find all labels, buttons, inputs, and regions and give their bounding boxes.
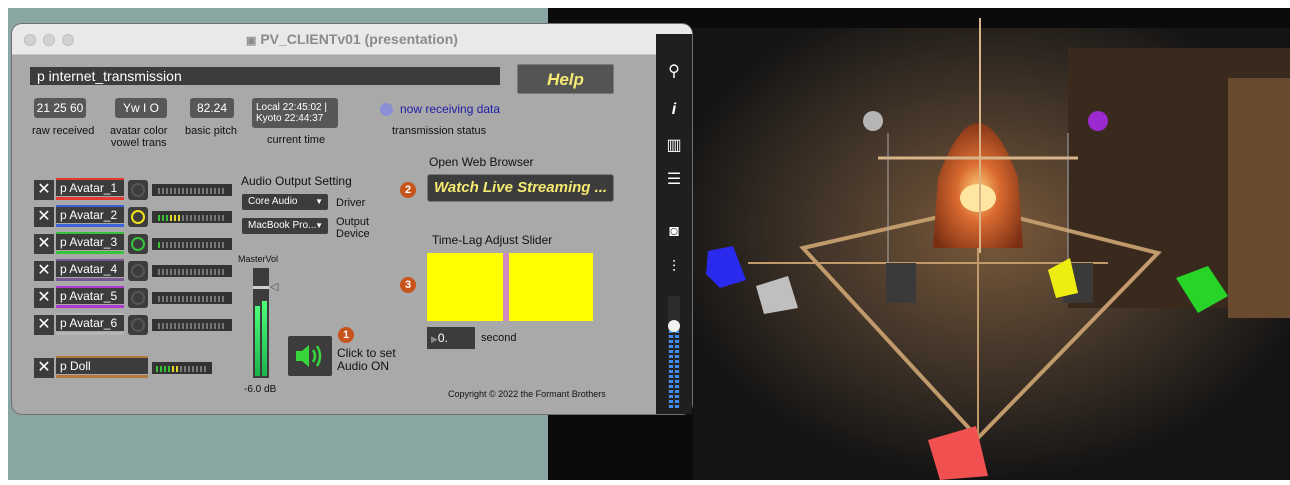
basic-pitch-label: basic pitch — [185, 125, 237, 137]
activity-indicator — [128, 315, 148, 335]
step-2-badge: 2 — [400, 182, 416, 198]
patcher-name-field[interactable]: p internet_transmission — [30, 67, 500, 85]
basic-pitch-value: 82.24 — [190, 98, 234, 118]
title-bar[interactable]: ▣ PV_CLIENTv01 (presentation) — [12, 24, 692, 55]
purple-sphere — [1088, 111, 1108, 131]
activity-indicator — [128, 234, 148, 254]
audio-output-title: Audio Output Setting — [241, 174, 352, 188]
volume-meter-right — [675, 329, 679, 408]
level-meter — [152, 292, 232, 304]
transmission-status-label: transmission status — [392, 125, 487, 137]
help-button[interactable]: Help — [517, 64, 614, 94]
toolbar-sidebar: ⚲ i ▥ ☰ ◙ ⫶ — [656, 34, 692, 414]
slider-pointer-icon: ◁ — [270, 281, 279, 293]
close-icon[interactable]: ✕ — [34, 207, 54, 227]
avatar-name[interactable]: p Avatar_4 — [56, 261, 124, 277]
activity-indicator — [128, 288, 148, 308]
avatar-name[interactable]: p Avatar_5 — [56, 288, 124, 304]
left-channel-meter — [255, 306, 260, 376]
avatar-name[interactable]: p Avatar_2 — [56, 207, 124, 223]
output-device-dropdown[interactable]: MacBook Pro... ▼ — [242, 218, 328, 234]
chevron-down-icon: ▼ — [315, 221, 323, 230]
browser-title: Open Web Browser — [429, 155, 534, 169]
level-meter — [152, 211, 232, 223]
raw-received-value: 21 25 60 — [34, 98, 86, 118]
audio-on-button[interactable] — [288, 336, 332, 376]
local-time: Local 22:45:02 | — [256, 102, 327, 113]
presentation-window: ▣ PV_CLIENTv01 (presentation) p internet… — [12, 24, 692, 414]
current-time-label: current time — [267, 134, 326, 146]
timelag-slider-handle[interactable] — [503, 253, 509, 321]
avatar-color-bar — [56, 197, 124, 200]
output-device-label: Output Device — [336, 216, 370, 240]
raw-received-label: raw received — [32, 125, 95, 137]
audio-on-caption: Click to set Audio ON — [337, 346, 396, 373]
volume-knob[interactable] — [668, 320, 680, 332]
watch-live-streaming-button[interactable]: Watch Live Streaming ... — [427, 174, 614, 202]
level-meter — [152, 184, 232, 196]
close-icon[interactable]: ✕ — [34, 261, 54, 281]
level-meter — [152, 238, 232, 250]
info-icon[interactable]: i — [662, 98, 686, 122]
chevron-down-icon: ▼ — [315, 197, 323, 206]
list-icon[interactable]: ☰ — [662, 168, 686, 192]
right-channel-meter — [262, 301, 267, 376]
timelag-slider[interactable] — [427, 253, 593, 321]
avatar-name[interactable]: p Avatar_6 — [56, 315, 124, 331]
step-1-badge: 1 — [338, 327, 354, 343]
left-jar — [886, 263, 916, 303]
status-text: now receiving data — [400, 102, 501, 116]
kyoto-time: Kyoto 22:44:37 — [256, 113, 324, 124]
close-icon[interactable]: ✕ — [34, 180, 54, 200]
avatar-color-value: Yw I O — [115, 98, 167, 118]
activity-indicator — [128, 207, 148, 227]
doll-color-bar — [56, 375, 148, 378]
window-title: ▣ PV_CLIENTv01 (presentation) — [246, 31, 458, 47]
close-icon[interactable]: ✕ — [34, 234, 54, 254]
slider-handle[interactable] — [253, 286, 269, 289]
doll-name[interactable]: p Doll — [56, 358, 148, 374]
avatar-color-bar — [56, 278, 124, 281]
volume-slider[interactable] — [668, 296, 680, 408]
level-readout: -6.0 dB — [244, 384, 277, 395]
mastervol-label: MasterVol — [238, 254, 279, 264]
driver-dropdown[interactable]: Core Audio ▼ — [242, 194, 328, 210]
search-icon[interactable]: ⚲ — [662, 60, 686, 84]
avatar-color-bar — [56, 305, 124, 308]
timelag-unit: second — [481, 332, 517, 344]
avatar-name[interactable]: p Avatar_1 — [56, 180, 124, 196]
avatar-color-bar — [56, 251, 124, 254]
camera-icon[interactable]: ◙ — [662, 220, 686, 244]
volume-meter-left — [669, 329, 673, 408]
close-icon[interactable]: ✕ — [34, 288, 54, 308]
columns-icon[interactable]: ▥ — [662, 134, 686, 158]
activity-indicator — [128, 180, 148, 200]
avatar-color-bar — [56, 332, 124, 335]
timelag-number-box[interactable]: ▶0. — [427, 327, 475, 349]
speaker-icon — [296, 345, 322, 367]
close-icon[interactable]: ✕ — [34, 315, 54, 335]
activity-indicator — [128, 261, 148, 281]
side-table — [1228, 78, 1290, 318]
gray-sphere — [863, 111, 883, 131]
timelag-title: Time-Lag Adjust Slider — [432, 233, 553, 247]
avatar-color-bar — [56, 224, 124, 227]
level-meter — [152, 319, 232, 331]
driver-label: Driver — [336, 197, 366, 209]
step-3-badge: 3 — [400, 277, 416, 293]
copyright-text: Copyright © 2022 the Formant Brothers — [448, 389, 606, 399]
level-meter — [152, 265, 232, 277]
current-time-box: Local 22:45:02 | Kyoto 22:44:37 — [252, 98, 338, 128]
number-arrow-icon: ▶ — [431, 334, 438, 344]
status-led — [380, 103, 393, 116]
mastervol-slider[interactable] — [253, 268, 269, 378]
lantern-light — [960, 184, 996, 212]
avatar-name[interactable]: p Avatar_3 — [56, 234, 124, 250]
level-meter — [152, 362, 212, 374]
mixer-icon[interactable]: ⫶ — [662, 256, 686, 280]
avatar-color-label: avatar color vowel trans — [110, 125, 168, 149]
patcher-icon: ▣ — [246, 35, 257, 47]
close-icon[interactable]: ✕ — [34, 358, 54, 378]
